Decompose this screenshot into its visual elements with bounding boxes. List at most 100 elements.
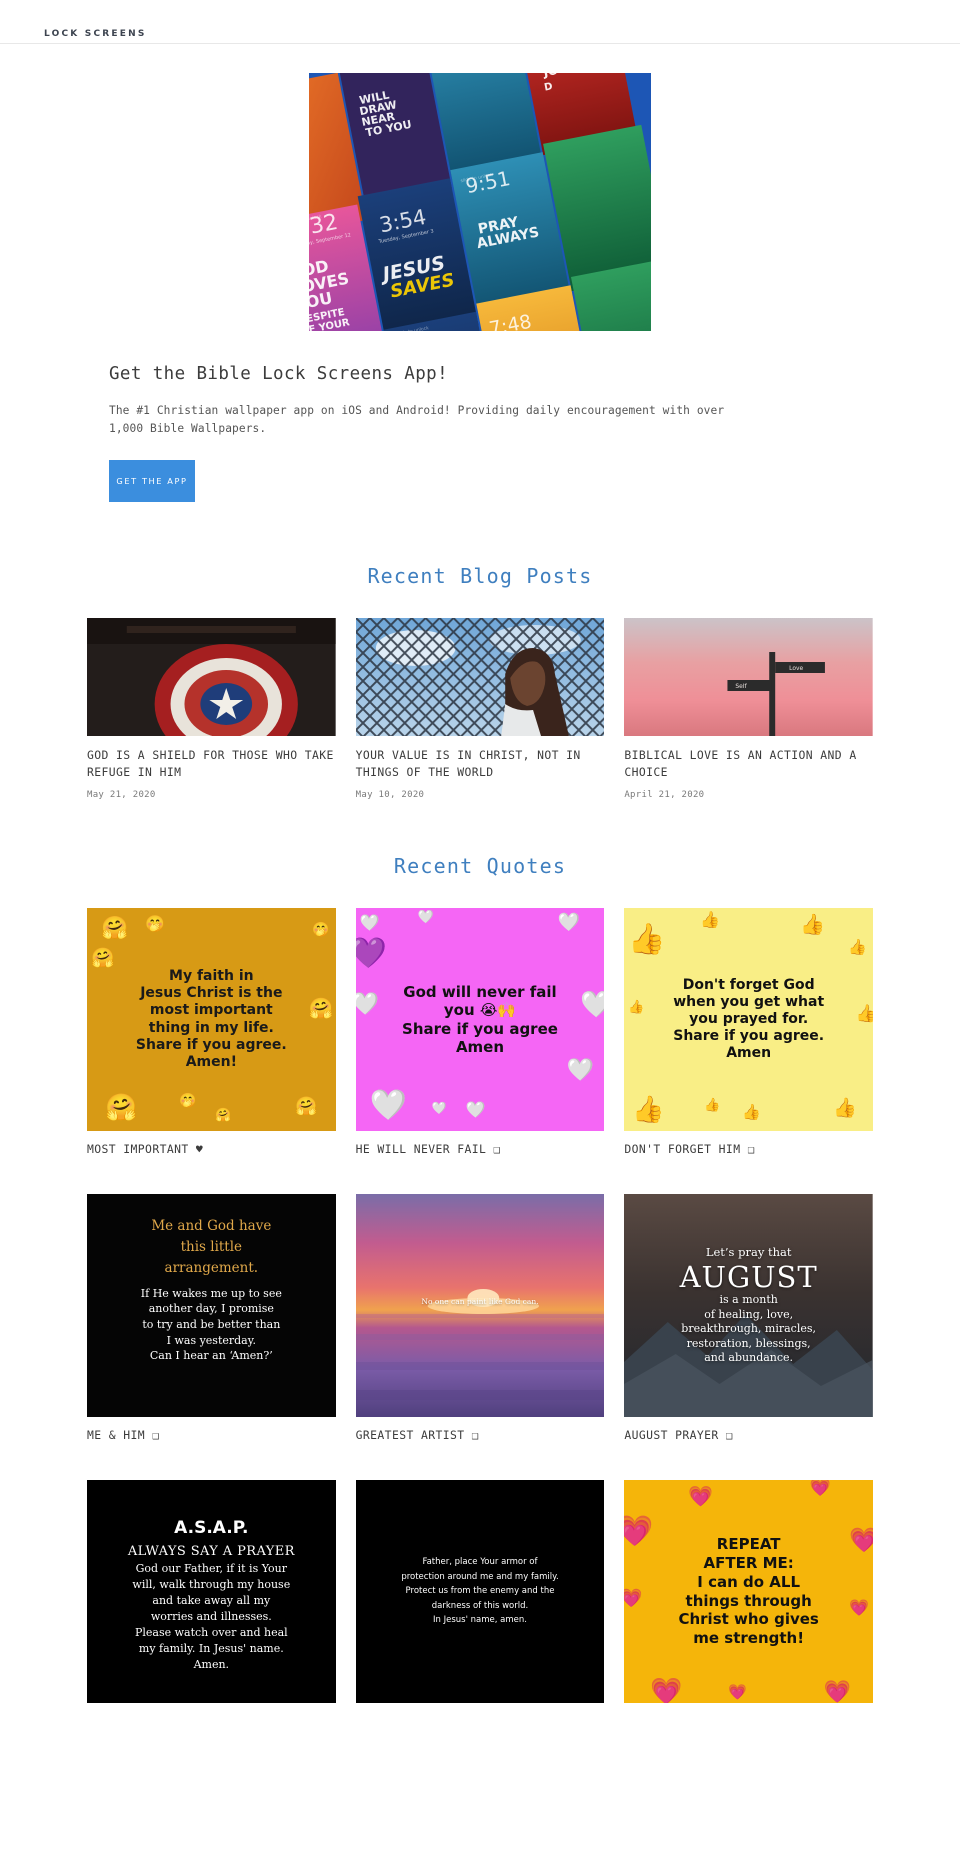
emoji-pink-heart-icon: 💗 <box>823 1680 851 1704</box>
emoji-hugging-face-icon: 🤗 <box>105 1093 138 1124</box>
svg-text:Love: Love <box>789 665 803 672</box>
emoji-hugging-face-icon: 🤗 <box>308 996 334 1021</box>
quote-text: REPEAT AFTER ME: I can do ALL things thr… <box>678 1534 819 1648</box>
quote-image[interactable]: 💗 💗 💗 💗 💗 💗 💗 💗 💗 REPEAT AFTER ME: I can… <box>624 1480 873 1704</box>
quote-card[interactable]: 👍 👍 👍 👍 👍 👍 👍 👍 👍 👍 Don't forget God whe… <box>624 908 873 1156</box>
blog-title[interactable]: YOUR VALUE IS IN CHRIST, NOT IN THINGS O… <box>356 747 605 781</box>
quote-card[interactable]: 💗 💗 💗 💗 💗 💗 💗 💗 💗 REPEAT AFTER ME: I can… <box>624 1480 873 1714</box>
emoji-thumbs-up-icon: 👍 <box>628 1000 645 1016</box>
emoji-pink-heart-icon: 💗 <box>849 1598 869 1618</box>
blog-thumbnail[interactable] <box>355 618 605 737</box>
woman-fence-image <box>355 618 605 737</box>
quote-text: Let’s pray that AUGUST is a month of hea… <box>679 1245 818 1365</box>
quote-caption[interactable]: AUGUST PRAYER ❑ <box>624 1428 873 1442</box>
blog-card[interactable]: Love Self BIBLICAL LOVE IS AN ACTION AND… <box>624 618 873 800</box>
signpost-sunset-image: Love Self <box>624 618 873 737</box>
emoji-purple-heart-icon: 🤍 <box>557 912 581 934</box>
quote-card[interactable]: Me and God have this little arrangement.… <box>87 1194 336 1442</box>
quote-image[interactable]: Me and God have this little arrangement.… <box>87 1194 336 1418</box>
app-promo-block: Get the Bible Lock Screens App! The #1 C… <box>87 331 873 503</box>
quote-text: Don't forget God when you get what you p… <box>673 976 825 1062</box>
quote-text: Father, place Your armor of protection a… <box>401 1557 559 1626</box>
emoji-pink-heart-icon: 💗 <box>728 1683 748 1702</box>
emoji-hugging-face-icon: 🤗 <box>91 947 115 970</box>
emoji-pink-heart-icon: 💗 <box>849 1526 873 1555</box>
emoji-purple-heart-icon: 🤍 <box>369 1088 408 1124</box>
quote-caption[interactable]: HE WILL NEVER FAIL ❑ <box>356 1142 605 1156</box>
recent-quotes-heading: Recent Quotes <box>393 854 567 879</box>
emoji-purple-heart-icon: 🤍 <box>431 1101 447 1116</box>
blog-title[interactable]: BIBLICAL LOVE IS AN ACTION AND A CHOICE <box>624 747 873 781</box>
emoji-purple-heart-icon: 🤍 <box>417 910 434 926</box>
hero-lockscreens-image: WILL DRAW NEAR TO YOU 0:32 Thursday, Sep… <box>309 73 651 331</box>
blog-card[interactable]: YOUR VALUE IS IN CHRIST, NOT IN THINGS O… <box>355 618 605 801</box>
quote-text: God will never fail you 😭🙌 Share if you … <box>402 982 558 1056</box>
emoji-purple-heart-icon: 🤍 <box>359 913 380 933</box>
recent-blog-posts-heading: Recent Blog Posts <box>367 564 593 589</box>
blog-date: May 10, 2020 <box>355 790 425 801</box>
quote-card[interactable]: A.S.A.P. ALWAYS SAY A PRAYER God our Fat… <box>87 1480 336 1714</box>
emoji-pink-heart-icon: 💗 <box>624 1514 654 1550</box>
blog-date: April 21, 2020 <box>624 790 705 801</box>
emoji-purple-heart-icon: 🤍 <box>566 1058 595 1084</box>
emoji-hugging-face-icon: 🤭 <box>312 922 330 939</box>
quote-image[interactable]: 💜 🤍 🤍 🤍 🤍 🤍 🤍 🤍 🤍 🤍 God will never fail … <box>355 908 605 1132</box>
quote-image[interactable]: 🤗 🤭 🤗 🤗 🤭 🤗 🤭 🤗 🤗 My faith in Jesus Chri… <box>87 908 336 1132</box>
quote-caption[interactable]: DON'T FORGET HIM ❑ <box>624 1142 873 1156</box>
quote-image[interactable]: 👍 👍 👍 👍 👍 👍 👍 👍 👍 👍 Don't forget God whe… <box>624 908 873 1132</box>
emoji-purple-heart-icon: 🤍 <box>465 1100 486 1120</box>
app-description: The #1 Christian wallpaper app on iOS an… <box>109 404 725 436</box>
get-the-app-button[interactable]: GET THE APP <box>109 460 195 503</box>
site-header: LOCK SCREENS <box>0 0 960 44</box>
bottom-spacer <box>0 1714 960 1716</box>
quote-card[interactable]: Let’s pray that AUGUST is a month of hea… <box>624 1194 873 1442</box>
quote-caption[interactable]: GREATEST ARTIST ❑ <box>356 1428 605 1442</box>
emoji-thumbs-up-icon: 👍 <box>833 1097 857 1120</box>
quote-card[interactable]: 💜 🤍 🤍 🤍 🤍 🤍 🤍 🤍 🤍 🤍 God will never fail … <box>355 908 605 1156</box>
quote-image[interactable]: Father, place Your armor of protection a… <box>355 1480 605 1704</box>
emoji-thumbs-up-icon: 👍 <box>855 1004 873 1025</box>
emoji-thumbs-up-icon: 👍 <box>742 1103 762 1122</box>
captain-america-shield-image <box>87 618 336 737</box>
quote-card[interactable]: Father, place Your armor of protection a… <box>355 1480 605 1714</box>
blog-thumbnail[interactable] <box>87 618 336 737</box>
intro-container: Get the Bible Lock Screens App! The #1 C… <box>87 331 873 503</box>
quote-text: A.S.A.P. ALWAYS SAY A PRAYER God our Fat… <box>127 1518 295 1671</box>
emoji-purple-heart-icon: 🤍 <box>579 990 605 1021</box>
blog-title[interactable]: GOD IS A SHIELD FOR THOSE WHO TAKE REFUG… <box>87 747 336 781</box>
quote-caption[interactable]: MOST IMPORTANT ♥ <box>87 1142 336 1156</box>
svg-text:Self: Self <box>736 683 748 690</box>
emoji-hugging-face-icon: 🤗 <box>295 1096 318 1118</box>
emoji-purple-heart-icon: 💜 <box>355 936 388 972</box>
emoji-pink-heart-icon: 💗 <box>809 1480 831 1499</box>
quotes-grid: 🤗 🤭 🤗 🤗 🤭 🤗 🤭 🤗 🤗 My faith in Jesus Chri… <box>87 908 873 1714</box>
site-brand[interactable]: LOCK SCREENS <box>44 29 147 39</box>
quote-text: No one can paint like God can. <box>421 1296 539 1306</box>
emoji-hugging-face-icon: 🤗 <box>101 916 129 942</box>
blog-card[interactable]: GOD IS A SHIELD FOR THOSE WHO TAKE REFUG… <box>87 618 336 800</box>
cta-row: GET THE APP <box>109 460 873 503</box>
emoji-pink-heart-icon: 💗 <box>688 1484 714 1509</box>
quote-card[interactable]: No one can paint like God can. GREATEST … <box>355 1194 605 1442</box>
quote-text: My faith in Jesus Christ is the most imp… <box>135 968 287 1070</box>
emoji-purple-heart-icon: 🤍 <box>355 992 380 1018</box>
hero-collage-graphic: WILL DRAW NEAR TO YOU 0:32 Thursday, Sep… <box>309 73 651 331</box>
emoji-thumbs-up-icon: 👍 <box>848 938 867 957</box>
quote-text: Me and God have this little arrangement.… <box>140 1218 282 1363</box>
blog-thumbnail[interactable]: Love Self <box>624 618 873 737</box>
quote-image[interactable]: A.S.A.P. ALWAYS SAY A PRAYER God our Fat… <box>87 1480 336 1704</box>
quote-image[interactable]: No one can paint like God can. <box>355 1194 605 1418</box>
emoji-thumbs-up-icon: 👍 <box>700 910 721 930</box>
blog-posts-grid: GOD IS A SHIELD FOR THOSE WHO TAKE REFUG… <box>87 618 873 800</box>
hero-image-wrapper: WILL DRAW NEAR TO YOU 0:32 Thursday, Sep… <box>0 44 960 331</box>
quote-image[interactable]: Let’s pray that AUGUST is a month of hea… <box>624 1194 873 1418</box>
blog-date: May 21, 2020 <box>87 790 156 801</box>
quote-caption[interactable]: ME & HIM ❑ <box>87 1428 336 1442</box>
page-title: Get the Bible Lock Screens App! <box>109 364 449 384</box>
emoji-hugging-face-icon: 🤗 <box>215 1108 232 1124</box>
quote-card[interactable]: 🤗 🤭 🤗 🤗 🤭 🤗 🤭 🤗 🤗 My faith in Jesus Chri… <box>87 908 336 1156</box>
emoji-hugging-face-icon: 🤭 <box>145 914 165 934</box>
emoji-thumbs-up-icon: 👍 <box>800 912 825 937</box>
emoji-thumbs-up-icon: 👍 <box>704 1098 721 1114</box>
emoji-thumbs-up-icon: 👍 <box>628 922 666 958</box>
